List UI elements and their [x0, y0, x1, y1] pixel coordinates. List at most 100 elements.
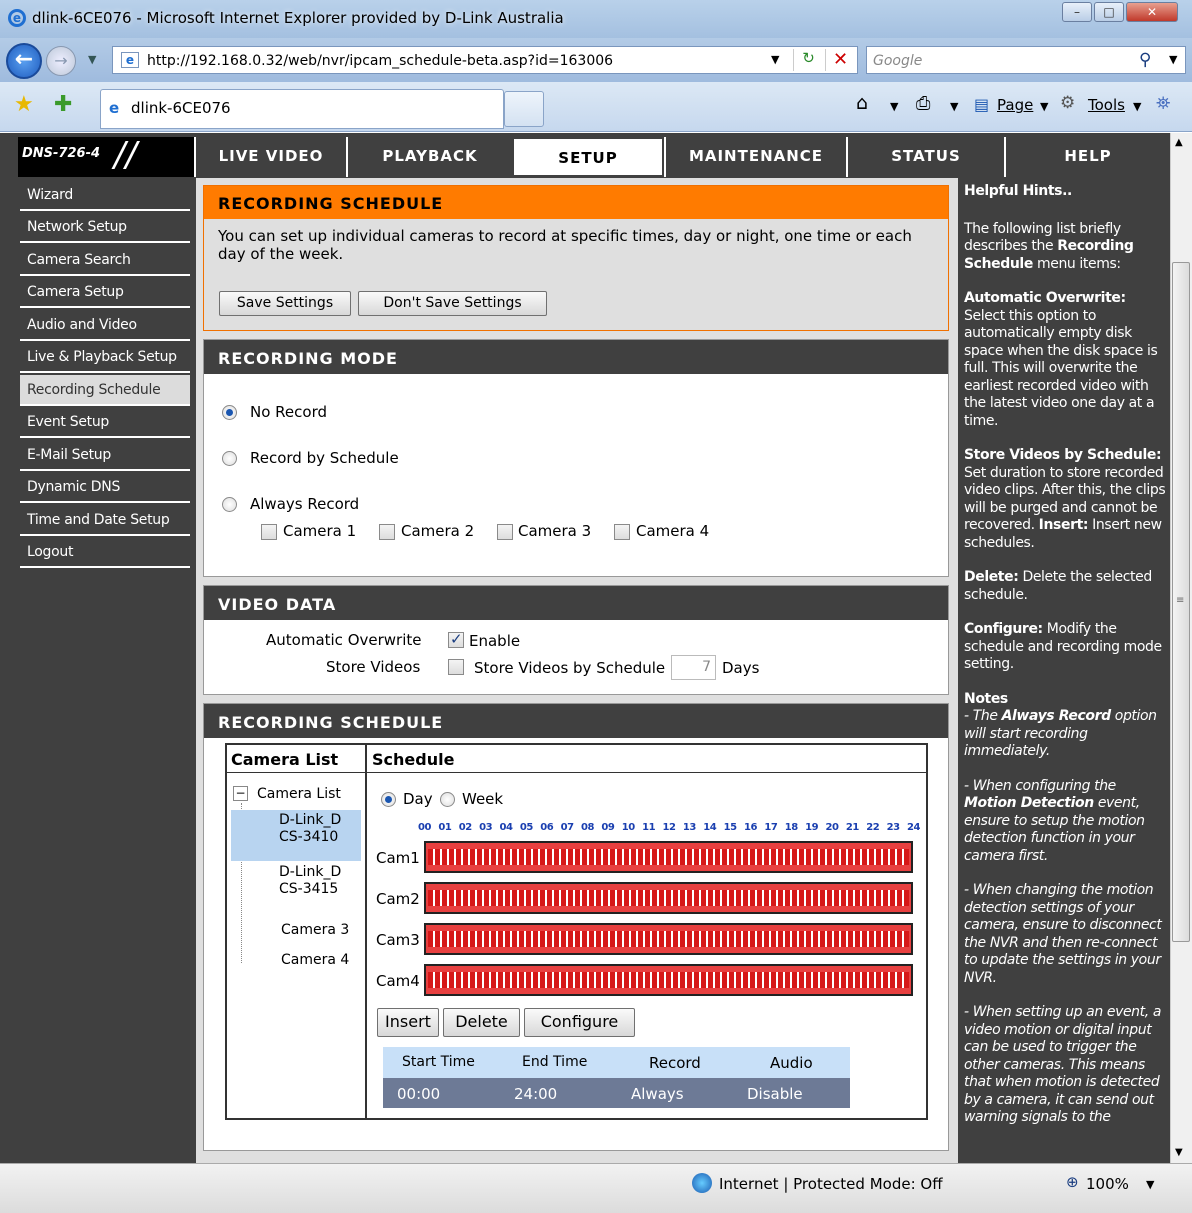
home-dropdown-icon[interactable]: ▼	[890, 100, 898, 113]
sidebar-item-camera-search[interactable]: Camera Search	[20, 245, 190, 276]
browser-tab[interactable]: e dlink-6CE076	[100, 89, 504, 129]
scroll-down-icon[interactable]: ▼	[1175, 1147, 1183, 1158]
tab-ie-icon: e	[109, 99, 120, 117]
hour-label: 18	[784, 822, 798, 833]
sidebar-item-event-setup[interactable]: Event Setup	[20, 407, 190, 438]
cam2-label: Cam2	[376, 890, 420, 908]
cam3-schedule-bar[interactable]	[424, 923, 913, 955]
record-by-schedule-label: Record by Schedule	[250, 449, 399, 467]
sidebar-item-recording-schedule[interactable]: Recording Schedule	[20, 375, 190, 406]
camera1-label: Camera 1	[283, 522, 357, 540]
sidebar-item-network-setup[interactable]: Network Setup	[20, 212, 190, 243]
dont-save-settings-button[interactable]: Don't Save Settings	[358, 291, 547, 316]
cam4-schedule-bar[interactable]	[424, 964, 913, 996]
delete-button[interactable]: Delete	[443, 1008, 520, 1037]
close-button[interactable]: ✕	[1126, 2, 1178, 22]
zoom-dropdown-icon[interactable]: ▼	[1146, 1178, 1154, 1191]
hour-label: 12	[662, 822, 676, 833]
nav-setup[interactable]: SETUP	[512, 137, 664, 177]
search-icon[interactable]: ⚲	[1139, 50, 1151, 70]
search-options-icon[interactable]: ▼	[1169, 53, 1177, 66]
hour-label: 07	[560, 822, 574, 833]
tree-item-camera1[interactable]: D-Link_DCS-3410	[279, 812, 351, 846]
camera2-checkbox[interactable]	[379, 524, 395, 540]
hints-intro: The following list briefly describes the…	[964, 220, 1134, 272]
gear-icon: ⚙	[1060, 93, 1076, 113]
store-by-schedule-checkbox[interactable]	[448, 659, 464, 675]
new-tab-button[interactable]	[504, 91, 544, 127]
print-dropdown-icon[interactable]: ▼	[950, 100, 958, 113]
scrollbar-thumb[interactable]: ≡	[1172, 262, 1190, 942]
cell-start: 00:00	[397, 1085, 441, 1103]
sidebar-item-email-setup[interactable]: E-Mail Setup	[20, 440, 190, 471]
stop-icon[interactable]: ✕	[825, 49, 855, 71]
back-button[interactable]: ←	[6, 43, 42, 79]
insert-button[interactable]: Insert	[377, 1008, 439, 1037]
maximize-button[interactable]: □	[1094, 2, 1124, 22]
days-unit-label: Days	[722, 659, 760, 677]
nav-maintenance[interactable]: MAINTENANCE	[664, 137, 846, 177]
tools-menu[interactable]: Tools	[1088, 96, 1125, 114]
sidebar-item-time-date[interactable]: Time and Date Setup	[20, 505, 190, 536]
always-record-radio[interactable]	[222, 497, 237, 512]
save-settings-button[interactable]: Save Settings	[219, 291, 351, 316]
day-radio[interactable]	[381, 792, 396, 807]
hints-title: Helpful Hints..	[964, 183, 1072, 199]
schedule-header: Schedule	[372, 750, 455, 769]
tree-item-camera4[interactable]: Camera 4	[281, 952, 349, 968]
hour-label: 04	[499, 822, 513, 833]
refresh-icon[interactable]: ↻	[793, 49, 823, 71]
nav-status[interactable]: STATUS	[846, 137, 1004, 177]
nav-help[interactable]: HELP	[1004, 137, 1170, 177]
sidebar-item-logout[interactable]: Logout	[20, 537, 190, 568]
cell-record: Always	[631, 1085, 684, 1103]
home-icon[interactable]: ⌂	[856, 92, 868, 114]
tree-root[interactable]: Camera List	[257, 786, 341, 802]
overwrite-enable-checkbox[interactable]	[448, 630, 464, 648]
scroll-up-icon[interactable]: ▲	[1175, 137, 1183, 148]
camera4-checkbox[interactable]	[614, 524, 630, 540]
hour-label: 20	[825, 822, 839, 833]
print-icon[interactable]: ⎙	[916, 93, 930, 114]
sidebar-item-camera-setup[interactable]: Camera Setup	[20, 277, 190, 308]
add-favorites-icon[interactable]: ✚	[54, 92, 72, 117]
favorites-star-icon[interactable]: ★	[14, 92, 34, 117]
note-always-record: - The Always Record option will start re…	[964, 708, 1157, 759]
record-by-schedule-radio[interactable]	[222, 451, 237, 466]
week-radio[interactable]	[440, 792, 455, 807]
address-bar[interactable]: e http://192.168.0.32/web/nvr/ipcam_sche…	[112, 46, 858, 74]
configure-button[interactable]: Configure	[524, 1008, 635, 1037]
sidebar-item-audio-video[interactable]: Audio and Video	[20, 310, 190, 341]
camera4-label: Camera 4	[636, 522, 710, 540]
sidebar-item-live-playback[interactable]: Live & Playback Setup	[20, 342, 190, 373]
sidebar-item-wizard[interactable]: Wizard	[20, 180, 190, 211]
video-data-title: VIDEO DATA	[204, 586, 948, 620]
zoom-level[interactable]: 100%	[1086, 1175, 1129, 1193]
cam2-schedule-bar[interactable]	[424, 882, 913, 914]
tree-item-camera2[interactable]: D-Link_DCS-3415	[279, 864, 351, 898]
page-icon: e	[121, 52, 139, 68]
nav-playback[interactable]: PLAYBACK	[346, 137, 512, 177]
page-menu[interactable]: Page	[997, 96, 1033, 114]
cam1-schedule-bar[interactable]	[424, 841, 913, 873]
history-dropdown-icon[interactable]: ▼	[88, 53, 96, 66]
store-days-input[interactable]: 7	[671, 655, 716, 680]
camera3-checkbox[interactable]	[497, 524, 513, 540]
hour-label: 14	[703, 822, 717, 833]
header-divider	[225, 772, 928, 773]
page-dropdown-icon: ▼	[1040, 100, 1049, 113]
research-icon[interactable]: ⛯	[1156, 93, 1170, 114]
address-url[interactable]: http://192.168.0.32/web/nvr/ipcam_schedu…	[147, 53, 613, 69]
address-dropdown-icon[interactable]: ▼	[771, 53, 779, 66]
hour-label: 15	[723, 822, 737, 833]
tree-collapse-icon[interactable]: −	[233, 786, 248, 801]
search-box[interactable]: Google ⚲ ▼	[866, 46, 1186, 74]
no-record-radio[interactable]	[222, 405, 237, 420]
tree-item-camera3[interactable]: Camera 3	[281, 922, 349, 938]
sidebar-item-dynamic-dns[interactable]: Dynamic DNS	[20, 472, 190, 503]
nav-live-video[interactable]: LIVE VIDEO	[194, 137, 346, 177]
minimize-button[interactable]: –	[1062, 2, 1092, 22]
camera1-checkbox[interactable]	[261, 524, 277, 540]
forward-button[interactable]: →	[46, 46, 76, 76]
tools-dropdown-icon: ▼	[1133, 100, 1142, 113]
